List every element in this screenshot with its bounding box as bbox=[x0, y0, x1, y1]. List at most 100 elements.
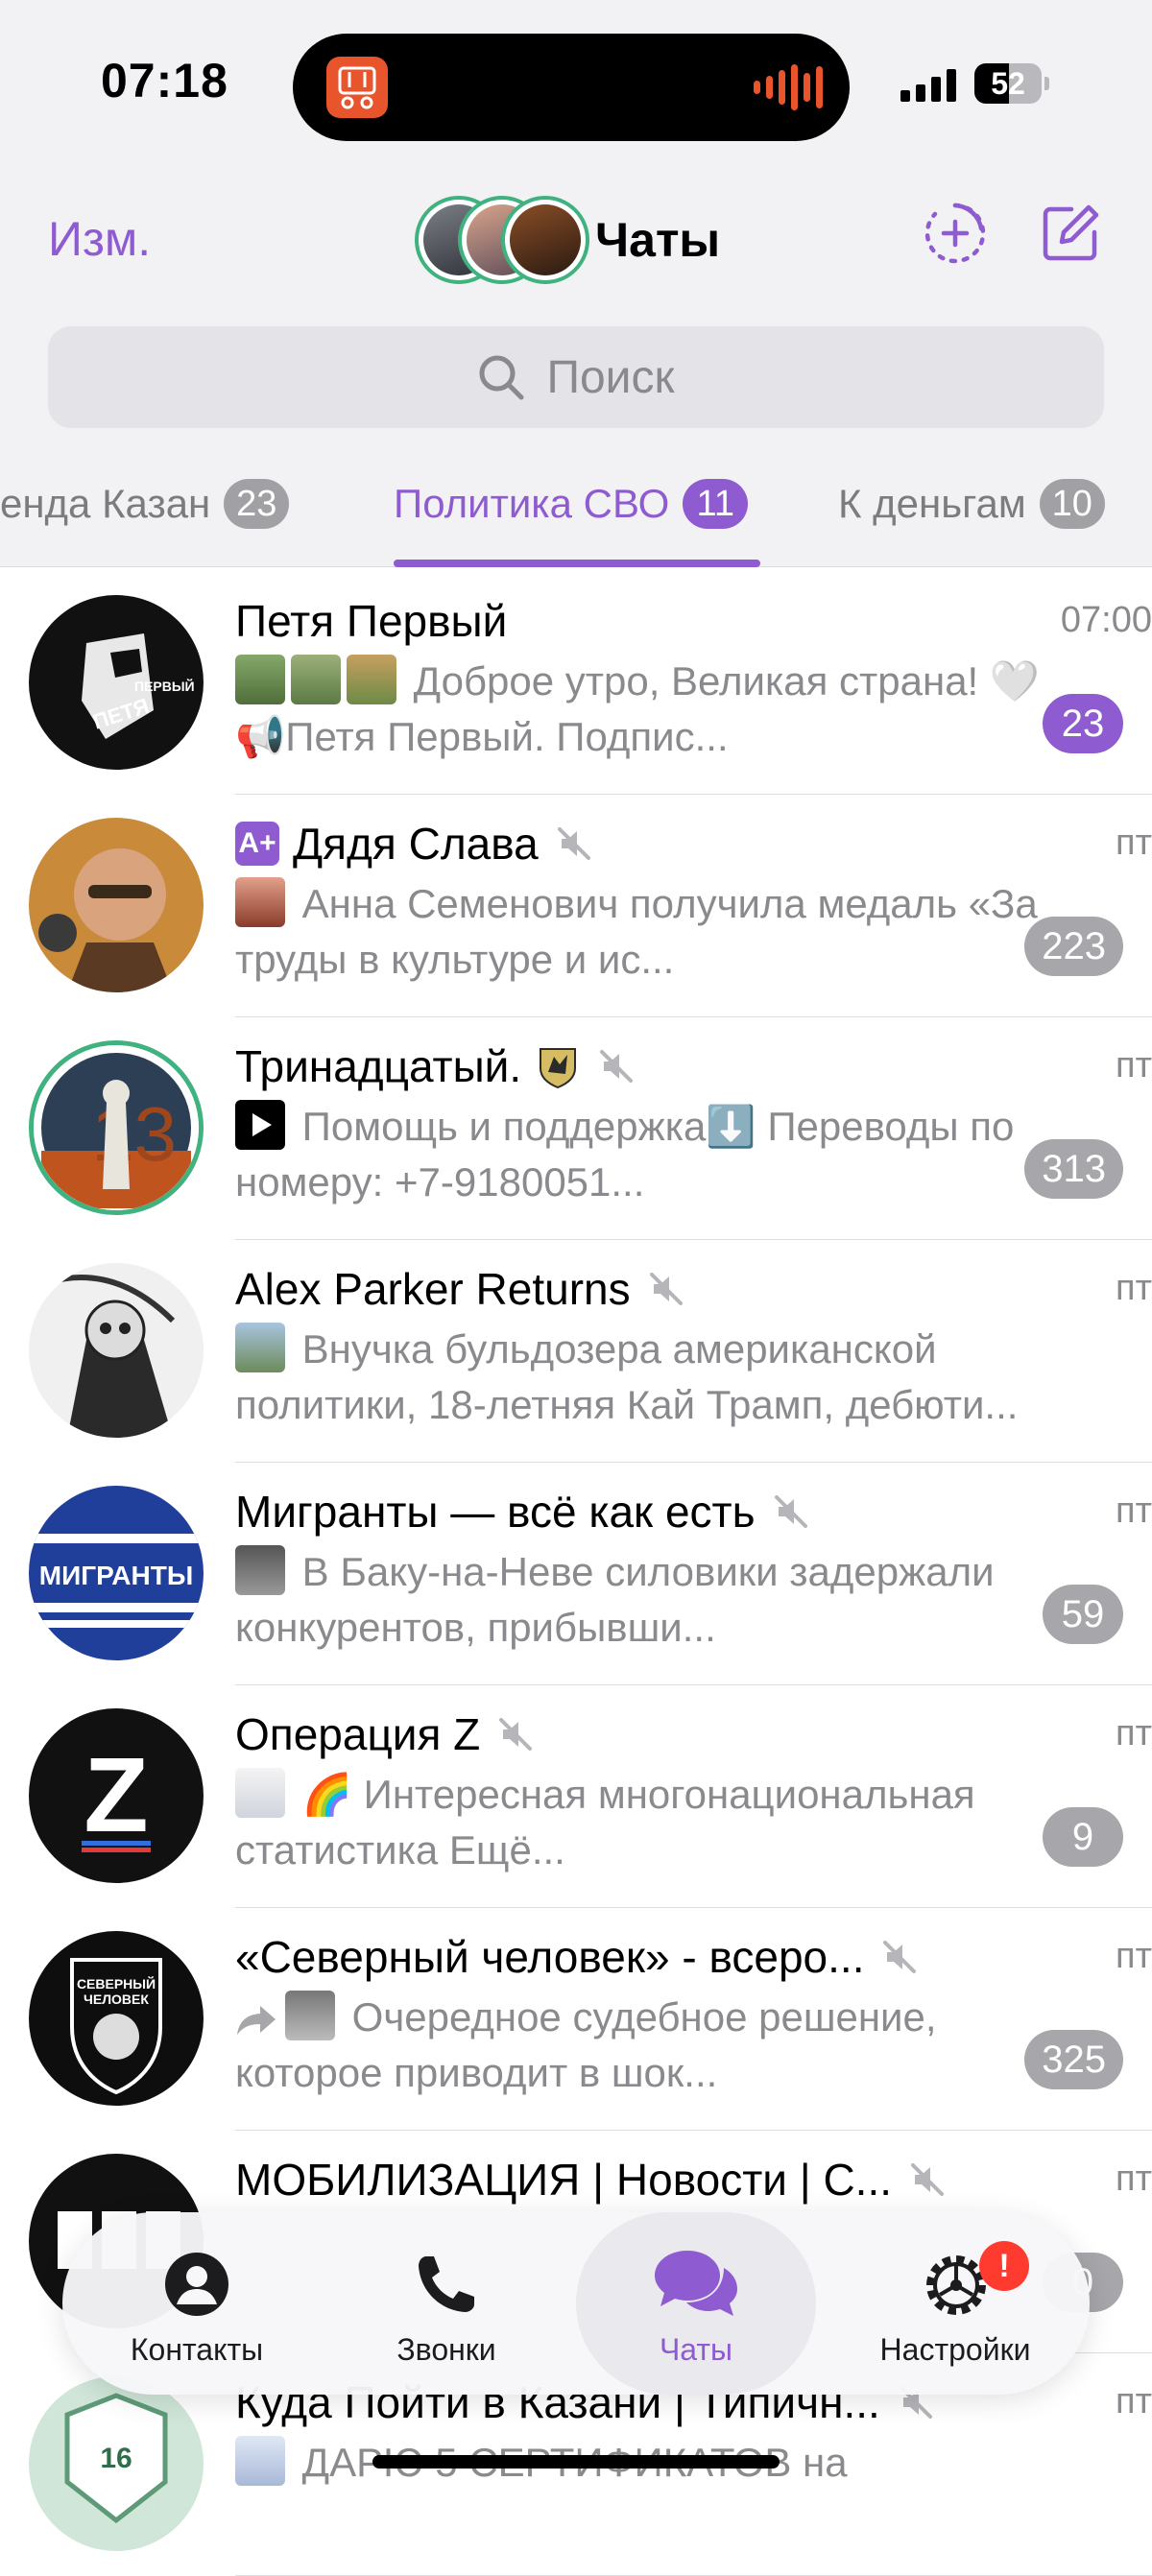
chat-preview: В Баку-на-Неве силовики задержали конкур… bbox=[235, 1544, 1042, 1656]
chat-time: пт bbox=[1116, 1268, 1152, 1308]
media-thumbnail bbox=[235, 1768, 285, 1818]
bottom-tab-bar: Контакты Звонки Чаты ! Настройки bbox=[62, 2212, 1090, 2395]
chat-row[interactable]: 13 Тринадцатый. пт Помощь и поддержка⬇️ … bbox=[0, 1016, 1152, 1240]
svg-text:Z: Z bbox=[84, 1736, 148, 1854]
tab-label: К деньгам bbox=[838, 481, 1026, 526]
wolf-emblem-icon bbox=[540, 1048, 577, 1089]
chat-time: пт bbox=[1116, 1045, 1152, 1085]
chat-row[interactable]: МИГРАНТЫ Мигранты — всё как есть пт В Ба… bbox=[0, 1462, 1152, 1685]
dynamic-island[interactable] bbox=[293, 34, 850, 141]
title-group[interactable]: Чаты bbox=[415, 192, 720, 288]
tab-k-dengam[interactable]: К деньгам 10 bbox=[838, 456, 1105, 552]
chat-row[interactable]: ПЕТЯ ПЕРВЫЙ Петя Первый 07:00 Доброе утр… bbox=[0, 571, 1152, 795]
svg-text:СЕВЕРНЫЙ: СЕВЕРНЫЙ bbox=[77, 1975, 156, 1992]
chat-name: Операция Z bbox=[235, 1709, 481, 1759]
status-bar: 07:18 52 bbox=[0, 0, 1152, 163]
chat-row[interactable]: A+ Дядя Слава пт Анна Семенович получила… bbox=[0, 794, 1152, 1017]
media-thumbnail bbox=[235, 877, 285, 927]
tab-settings[interactable]: ! Настройки bbox=[845, 2212, 1066, 2395]
tab-count-badge: 10 bbox=[1039, 479, 1105, 529]
cellular-signal-icon bbox=[900, 67, 956, 102]
tab-chats[interactable]: Чаты bbox=[576, 2212, 816, 2395]
status-time: 07:18 bbox=[101, 54, 228, 107]
muted-icon bbox=[649, 1273, 683, 1305]
active-tab-indicator bbox=[394, 560, 760, 567]
battery-level: 52 bbox=[991, 66, 1025, 101]
chats-icon bbox=[655, 2251, 737, 2316]
compose-icon[interactable] bbox=[1037, 200, 1104, 267]
chat-avatar bbox=[29, 818, 204, 992]
chat-row[interactable]: Z Операция Z пт 🌈 Интересная многонацион… bbox=[0, 1684, 1152, 1908]
search-placeholder: Поиск bbox=[546, 351, 675, 403]
chat-name: Alex Parker Returns bbox=[235, 1264, 631, 1314]
recording-app-icon bbox=[326, 57, 388, 118]
muted-icon bbox=[600, 1050, 634, 1083]
chat-name: «Северный человек» - всеро... bbox=[235, 1932, 865, 1982]
muted-icon bbox=[883, 1941, 917, 1973]
chat-preview: Очередное судебное решение, которое прив… bbox=[235, 1990, 1042, 2101]
media-thumbnail bbox=[235, 2436, 285, 2486]
chat-time: пт bbox=[1116, 2159, 1152, 2199]
folder-tabs: енда Казан 23 Политика СВО 11 К деньгам … bbox=[0, 456, 1152, 567]
forwarded-icon bbox=[237, 2006, 276, 2035]
chat-preview: ДАРЮ 5 СЕРТИФИКАТОВ на bbox=[235, 2435, 1042, 2546]
media-thumbnail bbox=[235, 655, 285, 704]
tab-contacts[interactable]: Контакты bbox=[86, 2212, 307, 2395]
unread-badge: 23 bbox=[1043, 694, 1123, 753]
page-title: Чаты bbox=[595, 213, 721, 267]
settings-alert-badge: ! bbox=[979, 2241, 1029, 2291]
media-thumbnail bbox=[291, 655, 341, 704]
chat-time: пт bbox=[1116, 1713, 1152, 1753]
muted-icon bbox=[774, 1495, 807, 1528]
search-bar[interactable]: Поиск bbox=[48, 326, 1104, 428]
chat-time: пт bbox=[1116, 823, 1152, 863]
tab-label: Политика СВО bbox=[394, 481, 670, 526]
chats-header: Изм. Чаты Поиск енда Казан 23 Политика С… bbox=[0, 163, 1152, 567]
unread-badge: 9 bbox=[1043, 1807, 1123, 1867]
muted-icon bbox=[499, 1718, 533, 1751]
chat-preview: Доброе утро, Великая страна! 🤍 📢Петя Пер… bbox=[235, 654, 1042, 765]
chat-preview: Анна Семенович получила медаль «За труды… bbox=[235, 876, 1042, 988]
tab-label: енда Казан bbox=[0, 481, 211, 526]
tab-count-badge: 11 bbox=[683, 479, 749, 529]
video-thumbnail bbox=[285, 1991, 335, 2040]
unread-badge: 223 bbox=[1024, 917, 1123, 976]
chat-preview: Помощь и поддержка⬇️ Переводы по номеру:… bbox=[235, 1099, 1042, 1210]
svg-text:ПЕРВЫЙ: ПЕРВЫЙ bbox=[134, 678, 195, 694]
chat-avatar: 13 bbox=[29, 1040, 204, 1215]
contacts-icon bbox=[165, 2253, 228, 2316]
video-play-icon bbox=[235, 1100, 285, 1150]
unread-badge: 313 bbox=[1024, 1139, 1123, 1199]
home-indicator[interactable] bbox=[372, 2455, 780, 2469]
media-thumbnail bbox=[235, 1323, 285, 1372]
unread-badge: 59 bbox=[1043, 1585, 1123, 1644]
tab-politika-svo[interactable]: Политика СВО 11 bbox=[394, 456, 749, 552]
chat-avatar bbox=[29, 1263, 204, 1438]
phone-icon bbox=[419, 2256, 474, 2312]
chat-time: 07:00 bbox=[1060, 600, 1152, 640]
chat-avatar: ПЕТЯ ПЕРВЫЙ bbox=[29, 595, 204, 770]
chat-avatar: 16 bbox=[29, 2376, 204, 2551]
new-story-icon[interactable] bbox=[922, 200, 989, 267]
chat-preview: 🌈 Интересная многонациональная статистик… bbox=[235, 1767, 1042, 1878]
chat-avatar: СЕВЕРНЫЙ ЧЕЛОВЕК bbox=[29, 1931, 204, 2106]
chat-row[interactable]: СЕВЕРНЫЙ ЧЕЛОВЕК «Северный человек» - вс… bbox=[0, 1907, 1152, 2131]
chat-name: МОБИЛИЗАЦИЯ | Новости | С... bbox=[235, 2155, 893, 2205]
battery-icon: 52 bbox=[974, 63, 1042, 104]
muted-icon bbox=[911, 2163, 945, 2196]
chat-avatar: МИГРАНТЫ bbox=[29, 1486, 204, 1660]
tab-arenda-kazan[interactable]: енда Казан 23 bbox=[0, 456, 290, 552]
stories-avatars[interactable] bbox=[415, 196, 589, 284]
chat-time: пт bbox=[1116, 1936, 1152, 1976]
premium-badge-icon: A+ bbox=[235, 822, 279, 866]
chat-name: Дядя Слава bbox=[293, 819, 539, 869]
chat-row[interactable]: Alex Parker Returns пт Внучка бульдозера… bbox=[0, 1239, 1152, 1463]
edit-button[interactable]: Изм. bbox=[48, 211, 151, 267]
tab-calls[interactable]: Звонки bbox=[336, 2212, 557, 2395]
svg-text:МИГРАНТЫ: МИГРАНТЫ bbox=[39, 1561, 194, 1590]
chat-name: Мигранты — всё как есть bbox=[235, 1487, 756, 1537]
unread-badge: 325 bbox=[1024, 2030, 1123, 2089]
story-avatar[interactable] bbox=[501, 196, 589, 284]
chat-avatar: Z bbox=[29, 1708, 204, 1883]
chat-time: пт bbox=[1116, 1491, 1152, 1531]
